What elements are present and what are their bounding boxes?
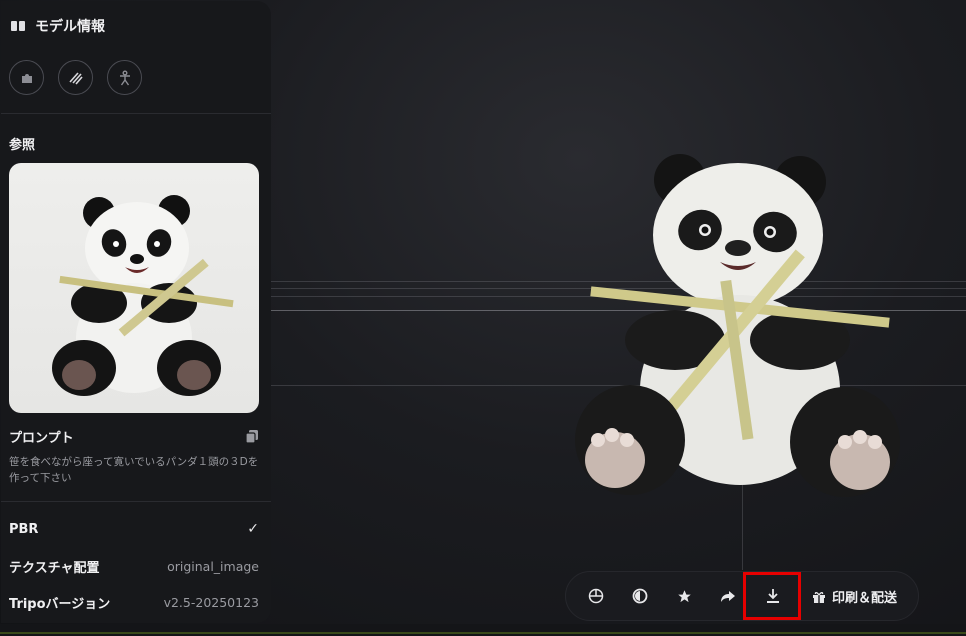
prop-label: Tripoバージョン [9,597,111,612]
divider [1,501,271,502]
prop-label: PBR [9,521,39,537]
prop-value: v2.5-20250123 [163,595,259,610]
half-circle-icon[interactable] [629,585,651,607]
print-label: 印刷＆配送 [832,591,898,606]
copy-icon[interactable] [246,429,259,444]
model-info-panel: モデル情報 参照 プロンプト 笹を食べながら座って寛いでいるパンダ１頭の３Dを作… [1,1,271,623]
mode-icon-row [1,51,271,113]
bottom-accent-line [0,632,966,634]
prop-row-pbr: PBR ✓ [9,521,259,537]
check-icon: ✓ [247,521,259,537]
puzzle-icon[interactable] [9,60,44,95]
figure-pose-icon[interactable] [107,60,142,95]
prop-row-texture: テクスチャ配置 original_image [9,557,259,576]
texture-lines-icon[interactable] [58,60,93,95]
download-highlight-box [743,572,801,620]
prop-row-version: Tripoバージョン v2.5-20250123 [9,593,259,612]
prompt-header: プロンプト [9,427,259,446]
sphere-view-icon[interactable] [585,585,607,607]
panel-header: モデル情報 [1,1,271,51]
reference-title: 参照 [9,138,36,153]
panda-3d-model[interactable] [560,150,930,510]
reference-image[interactable] [9,163,259,413]
print-delivery-button[interactable]: 印刷＆配送 [812,587,897,606]
prompt-text: 笹を食べながら座って寛いでいるパンダ１頭の３Dを作って下さい [9,456,259,484]
share-arrow-icon[interactable] [717,585,739,607]
star-icon[interactable] [673,585,695,607]
prop-value: original_image [167,559,259,574]
prompt-title: プロンプト [9,431,74,446]
prop-label: テクスチャ配置 [9,561,100,576]
panel-title: モデル情報 [35,19,105,35]
book-icon [11,21,25,31]
gift-icon [813,591,825,603]
bottom-strip [0,624,966,636]
